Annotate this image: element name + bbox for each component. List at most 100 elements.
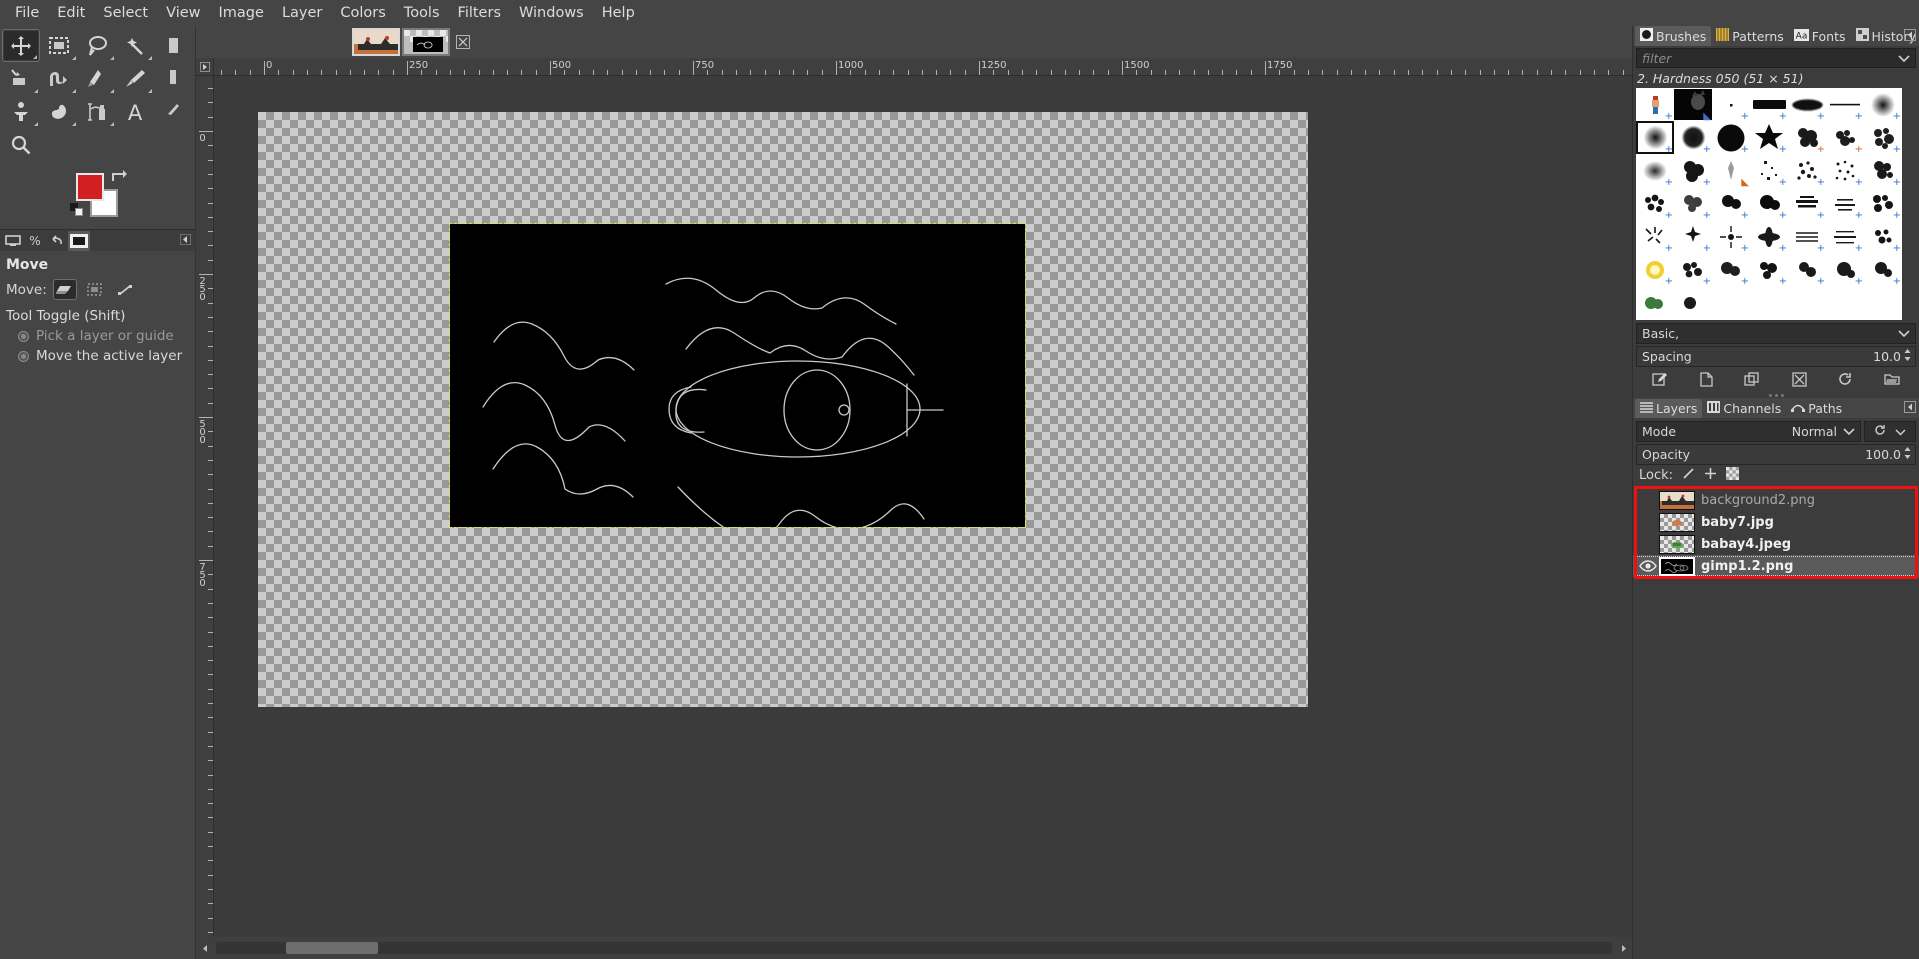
scroll-right-icon[interactable] [1614, 939, 1632, 957]
refresh-brushes-icon[interactable] [1838, 372, 1853, 391]
brush-cell[interactable]: + [1674, 187, 1712, 220]
brushes-dock-menu-arrow[interactable] [1904, 29, 1916, 45]
image-thumb-2[interactable] [402, 28, 450, 56]
brush-cell[interactable]: + [1712, 88, 1750, 121]
brush-cell[interactable]: + [1636, 253, 1674, 286]
brush-cell[interactable]: + [1788, 220, 1826, 253]
scroll-left-icon[interactable] [196, 939, 214, 957]
brush-cell[interactable]: + [1788, 121, 1826, 154]
menu-tools[interactable]: Tools [395, 2, 449, 24]
horizontal-scrollbar[interactable] [216, 942, 1612, 954]
text-tool[interactable]: A [116, 95, 154, 128]
layer-blend-space-dropdown[interactable] [1864, 421, 1916, 442]
table-row[interactable]: babay4.jpeg [1633, 533, 1919, 555]
brush-cell[interactable]: ◣ [1674, 88, 1712, 121]
brush-cell[interactable]: + [1864, 121, 1902, 154]
tab-layers[interactable]: Layers [1635, 398, 1703, 418]
layers-dock-menu-arrow[interactable] [1904, 401, 1916, 417]
bucket-fill-tool[interactable] [154, 29, 192, 62]
chevron-down-icon[interactable] [1898, 51, 1910, 66]
brush-cell[interactable]: + [1788, 154, 1826, 187]
brush-cell[interactable]: + [1788, 88, 1826, 121]
tab-brushes[interactable]: Brushes [1635, 26, 1712, 46]
menu-select[interactable]: Select [94, 2, 157, 24]
brush-cell[interactable] [1750, 286, 1788, 319]
brush-cell[interactable]: + [1750, 187, 1788, 220]
brush-cell[interactable]: + [1864, 154, 1902, 187]
brush-cell[interactable]: + [1788, 253, 1826, 286]
menu-filters[interactable]: Filters [449, 2, 510, 24]
menu-edit[interactable]: Edit [48, 2, 94, 24]
spacing-slider[interactable]: Spacing 10.0 [1636, 346, 1916, 367]
free-select-tool[interactable] [78, 29, 116, 62]
brush-cell[interactable] [1788, 286, 1826, 319]
tool-options-menu-arrow[interactable] [179, 233, 192, 249]
duplicate-brush-icon[interactable] [1744, 371, 1760, 391]
brush-cell[interactable]: + [1750, 121, 1788, 154]
airbrush-tool[interactable] [78, 95, 116, 128]
radio-pick-layer-or-guide[interactable]: Pick a layer or guide [0, 326, 195, 346]
brush-cell[interactable]: + [1750, 88, 1788, 121]
vertical-ruler[interactable]: 0 250 500 750 [196, 76, 214, 937]
brush-grid-scrollbar[interactable] [1905, 87, 1915, 320]
brush-cell[interactable]: + [1674, 121, 1712, 154]
chevron-down-icon[interactable] [1898, 326, 1910, 341]
brush-filter-input[interactable]: filter [1636, 48, 1916, 68]
chevron-down-icon[interactable] [1843, 424, 1855, 439]
transform-warp-tool[interactable] [40, 62, 78, 95]
brush-grid[interactable]: + ◣ + + + + + + + + + + + + + + ◣ + + + … [1636, 88, 1902, 320]
swap-colors-icon[interactable] [110, 169, 128, 187]
tab-channels[interactable]: Channels [1702, 399, 1786, 418]
brush-cell[interactable]: + [1750, 220, 1788, 253]
menu-image[interactable]: Image [210, 2, 273, 24]
device-status-icon[interactable] [2, 231, 24, 251]
layer-opacity-slider[interactable]: Opacity 100.0 [1636, 444, 1916, 465]
brush-cell[interactable]: + [1674, 220, 1712, 253]
lock-position-icon[interactable] [1704, 467, 1717, 484]
new-brush-icon[interactable] [1699, 371, 1713, 391]
menu-colors[interactable]: Colors [331, 2, 394, 24]
brush-cell[interactable]: + [1674, 154, 1712, 187]
menu-view[interactable]: View [157, 2, 209, 24]
spinner-arrows-icon[interactable] [1903, 348, 1912, 365]
brush-cell[interactable]: + [1712, 187, 1750, 220]
brush-tag-dropdown[interactable]: Basic, [1636, 323, 1916, 344]
brush-cell[interactable]: + [1864, 88, 1902, 121]
chevron-down-icon[interactable] [1895, 424, 1906, 439]
horizontal-ruler[interactable]: 0 250 500 750 1000 1250 1500 1750 [214, 58, 1632, 76]
brush-cell[interactable]: + [1712, 253, 1750, 286]
paintbrush-tool[interactable] [116, 62, 154, 95]
ruler-corner-button[interactable] [196, 58, 214, 76]
brush-cell[interactable]: + [1826, 88, 1864, 121]
edit-brush-icon[interactable] [1652, 372, 1668, 391]
brush-cell[interactable] [1712, 286, 1750, 319]
brush-cell[interactable]: + [1864, 220, 1902, 253]
foreground-color-swatch[interactable] [76, 173, 104, 201]
move-path-mode-button[interactable] [113, 279, 137, 300]
open-brush-folder-icon[interactable] [1884, 372, 1900, 390]
brush-cell[interactable]: + [1712, 121, 1750, 154]
brush-cell[interactable]: + [1826, 121, 1864, 154]
radio-move-active-layer[interactable]: Move the active layer [0, 346, 195, 366]
brush-cell[interactable]: + [1674, 253, 1712, 286]
table-row[interactable]: gimp1.2.png [1633, 555, 1919, 577]
menu-help[interactable]: Help [593, 2, 644, 24]
brush-cell[interactable]: + [1636, 88, 1674, 121]
brush-cell[interactable]: ◣ [1712, 154, 1750, 187]
menu-file[interactable]: File [6, 2, 48, 24]
menu-layer[interactable]: Layer [273, 2, 331, 24]
layer-mode-dropdown[interactable]: Mode Normal [1636, 421, 1861, 442]
brush-cell[interactable]: + [1750, 154, 1788, 187]
clone-tool[interactable] [2, 95, 40, 128]
images-icon[interactable] [68, 230, 90, 251]
tab-paths[interactable]: Paths [1786, 399, 1847, 418]
lock-pixels-icon[interactable] [1682, 467, 1695, 484]
brush-cell[interactable]: + [1826, 154, 1864, 187]
spinner-arrows-icon[interactable] [1903, 446, 1912, 463]
brush-cell[interactable]: + [1826, 187, 1864, 220]
crop-tool[interactable] [2, 62, 40, 95]
canvas-area[interactable] [214, 76, 1632, 937]
table-row[interactable]: background2.png [1633, 489, 1919, 511]
reset-colors-icon[interactable] [70, 203, 84, 217]
eraser-tool[interactable] [154, 62, 192, 95]
